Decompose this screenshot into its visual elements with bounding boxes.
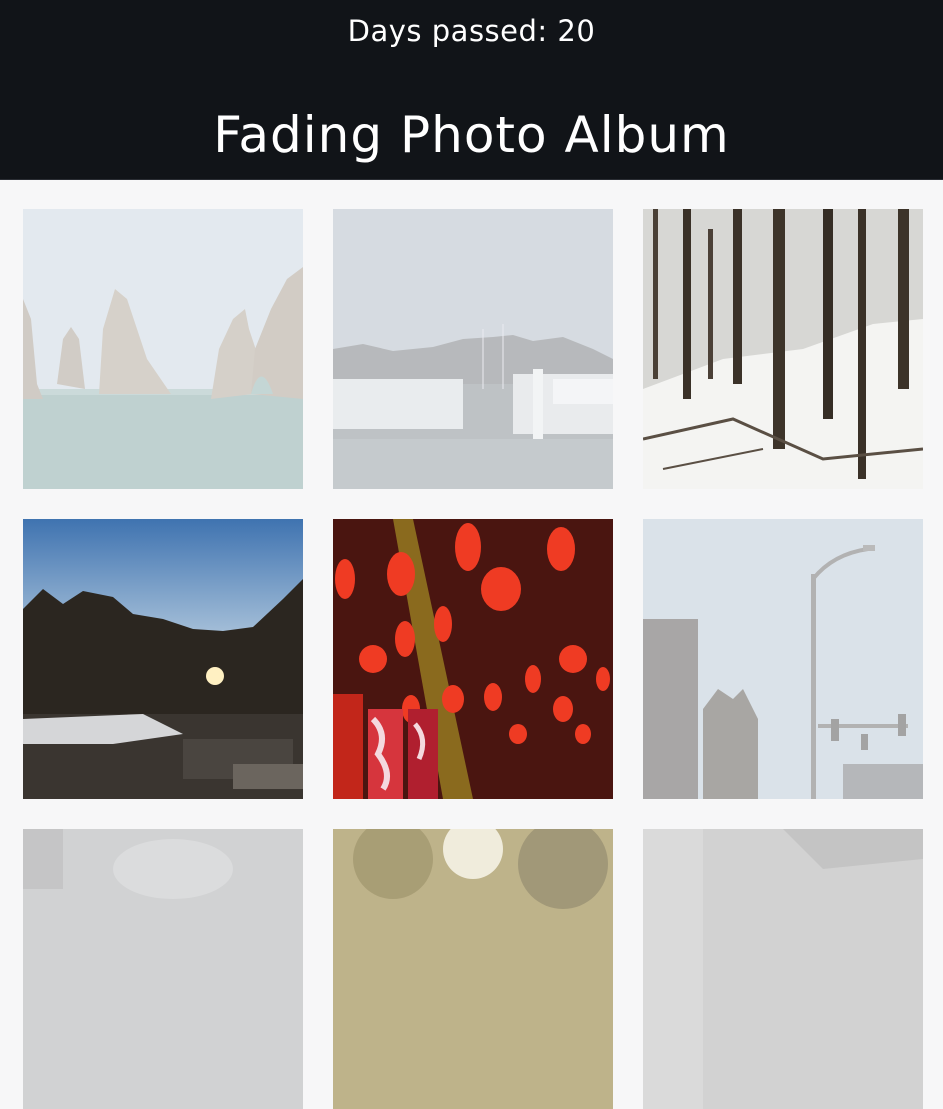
sea-arches-image <box>23 209 303 489</box>
marina-image <box>333 209 613 489</box>
partial-image-2 <box>333 829 613 1109</box>
red-lanterns-image <box>333 519 613 799</box>
photo-snowy-forest[interactable] <box>643 209 923 489</box>
partial-image-3 <box>643 829 923 1109</box>
photo-street-lamp[interactable] <box>643 519 923 799</box>
photo-red-lanterns[interactable] <box>333 519 613 799</box>
app-header: Days passed: 20 Fading Photo Album <box>0 0 943 180</box>
page-title: Fading Photo Album <box>213 106 730 164</box>
winter-park-image <box>23 519 303 799</box>
photo-partial-2[interactable] <box>333 829 613 1109</box>
photo-partial-1[interactable] <box>23 829 303 1109</box>
partial-image-1 <box>23 829 303 1109</box>
photo-grid <box>23 209 923 1109</box>
days-passed-counter: Days passed: 20 <box>347 14 596 48</box>
photo-sea-arches[interactable] <box>23 209 303 489</box>
photo-partial-3[interactable] <box>643 829 923 1109</box>
snowy-forest-image <box>643 209 923 489</box>
street-lamp-image <box>643 519 923 799</box>
photo-winter-park[interactable] <box>23 519 303 799</box>
photo-marina[interactable] <box>333 209 613 489</box>
